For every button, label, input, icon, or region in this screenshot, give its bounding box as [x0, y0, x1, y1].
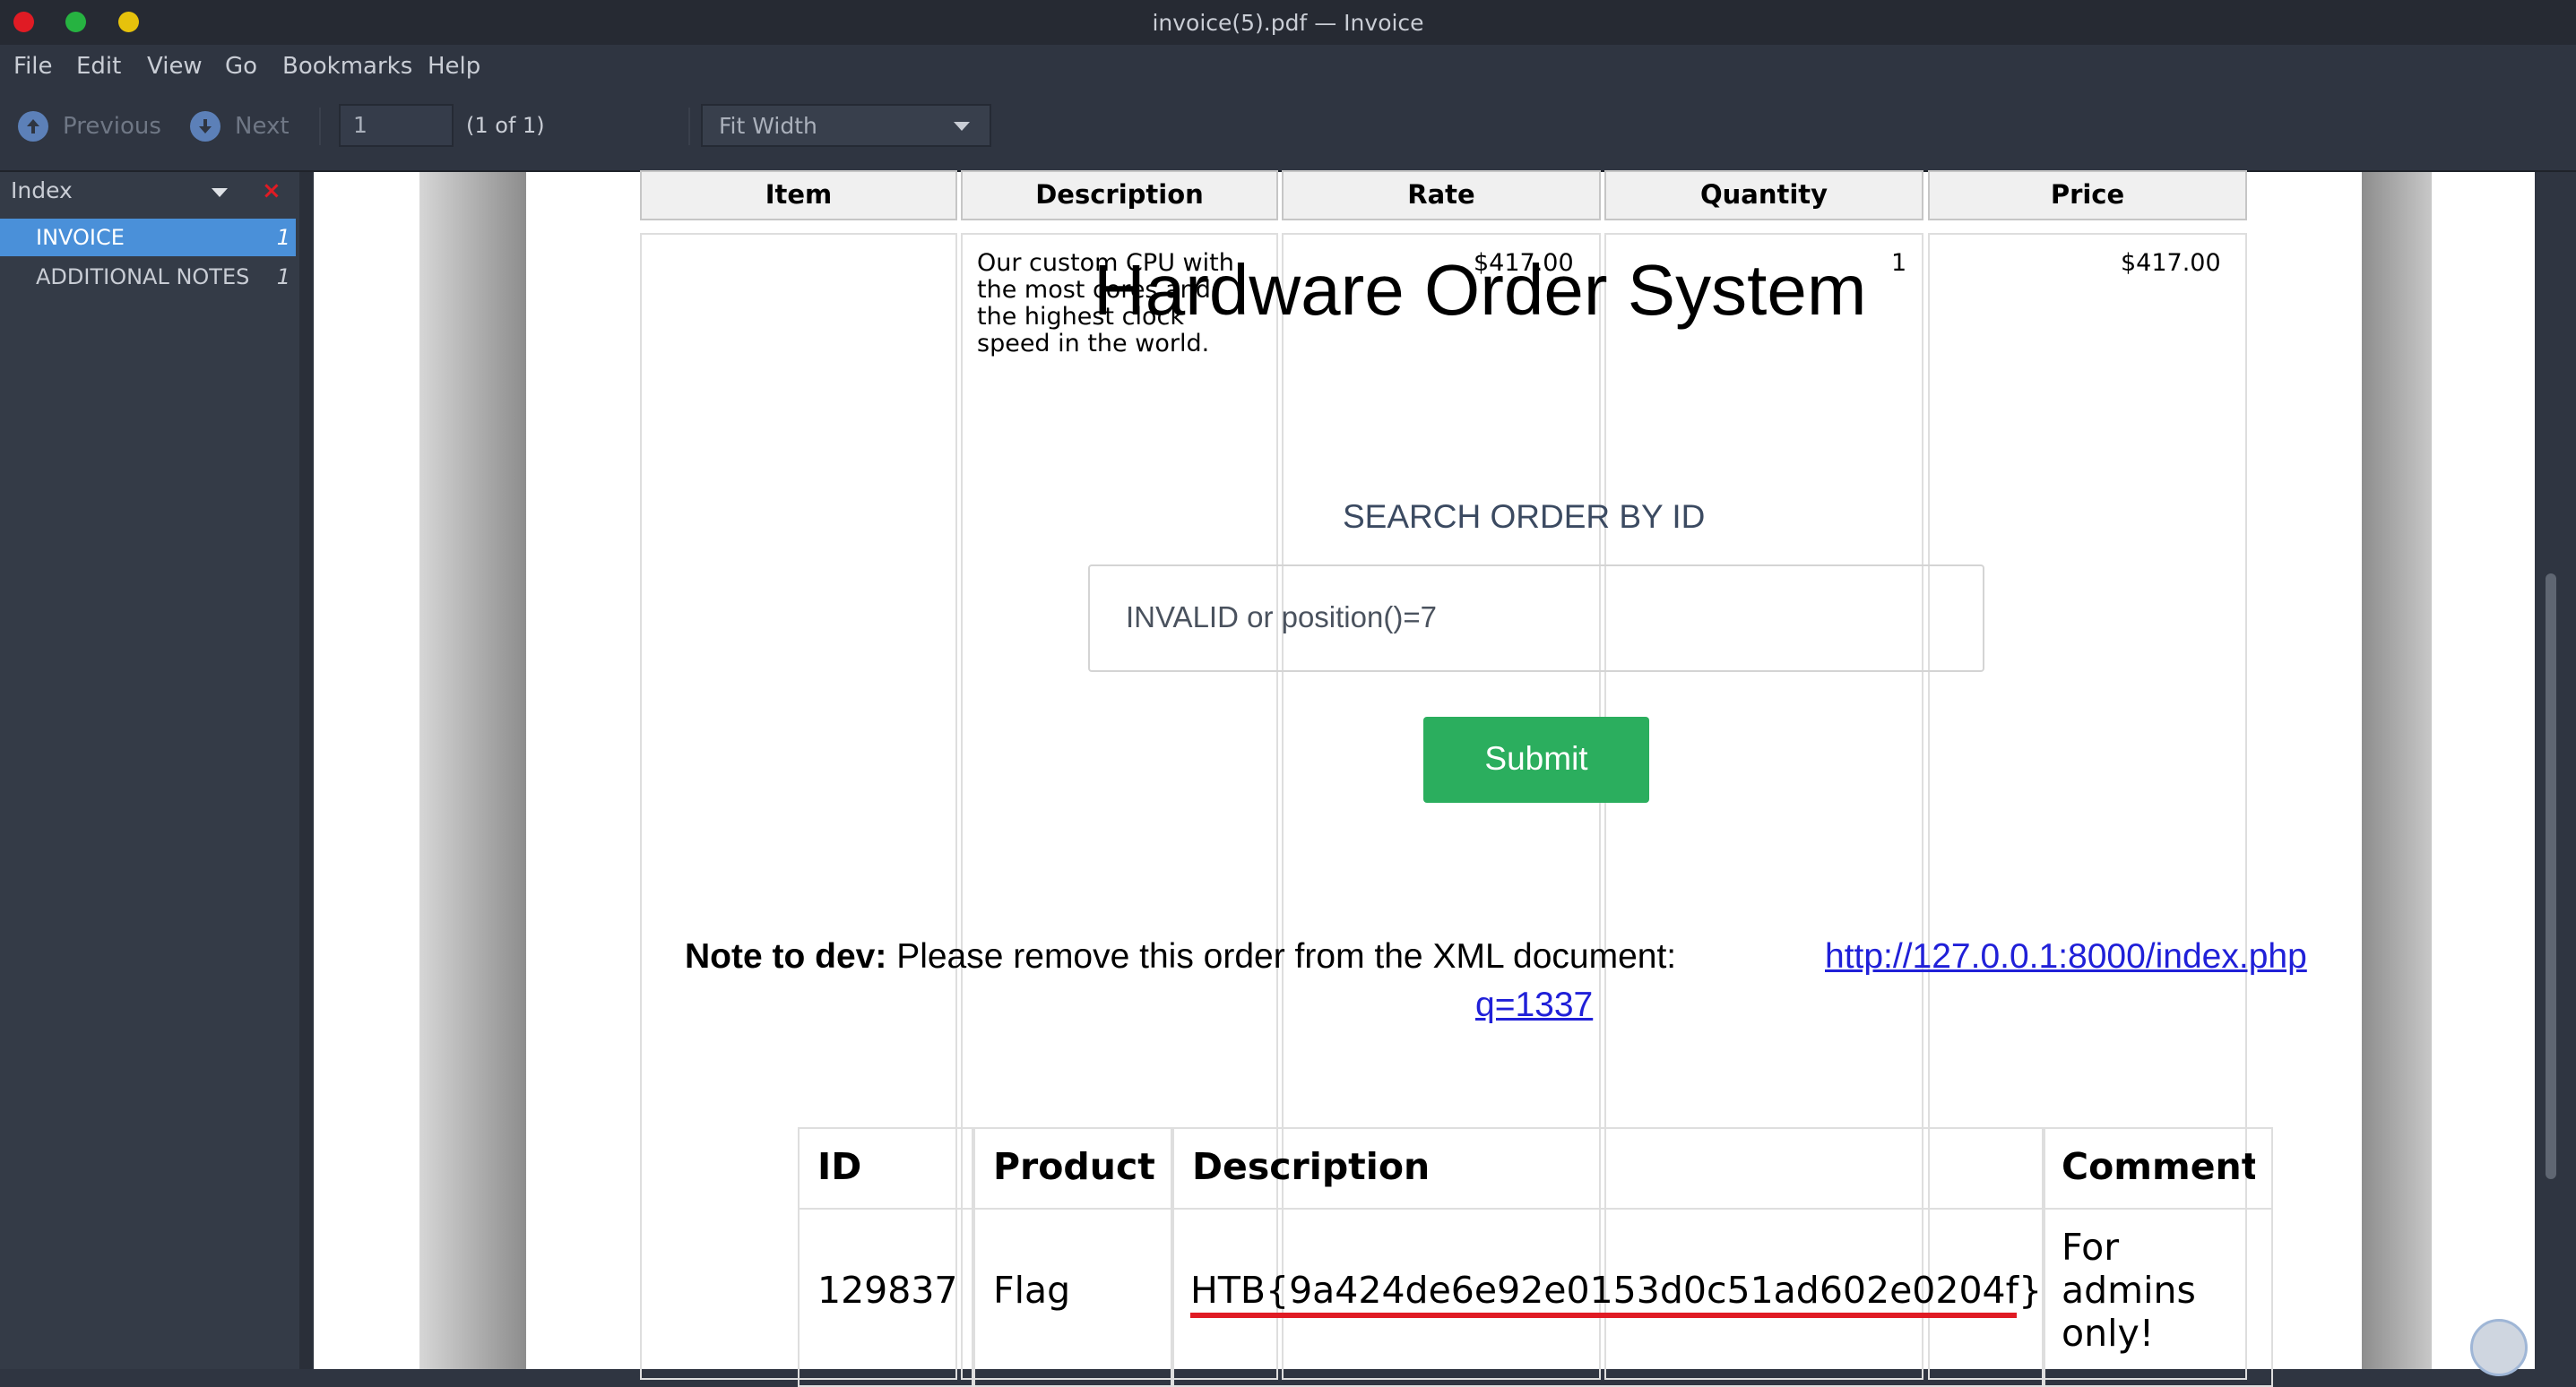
title-bar: invoice(5).pdf — Invoice [0, 0, 2576, 45]
sidebar-item-additional-notes[interactable]: ADDITIONAL NOTES 1 [0, 258, 296, 296]
dev-note: Note to dev: Please remove this order fr… [685, 937, 1676, 977]
menu-bar: File Edit View Go Bookmarks Help [0, 45, 2576, 88]
previous-button[interactable]: Previous [18, 108, 170, 147]
vertical-scrollbar[interactable] [2535, 172, 2576, 1369]
invoice-header-item: Item [640, 170, 957, 220]
invoice-price: $417.00 [2121, 249, 2221, 277]
order-comment-line: only! [2062, 1312, 2155, 1355]
previous-label: Previous [63, 113, 161, 140]
order-comment-line: admins [2062, 1269, 2196, 1312]
close-sidebar-icon[interactable]: × [262, 177, 281, 204]
arrow-up-icon [18, 111, 48, 142]
menu-view[interactable]: View [147, 53, 203, 80]
window-title: invoice(5).pdf — Invoice [1152, 10, 1424, 36]
search-label: SEARCH ORDER BY ID [1343, 498, 1706, 535]
dev-note-text: Please remove this order from the XML do… [896, 937, 1677, 976]
chevron-down-icon [954, 122, 970, 131]
invoice-quantity: 1 [1891, 249, 1907, 277]
order-product: Flag [993, 1269, 1071, 1312]
flag-highlight-underline [1190, 1313, 2017, 1318]
submit-button[interactable]: Submit [1423, 717, 1649, 803]
orders-header-product: Product [993, 1145, 1155, 1188]
search-input-value: INVALID or position()=7 [1126, 600, 1437, 633]
sidebar-item-invoice[interactable]: INVOICE 1 [0, 219, 296, 256]
invoice-header-rate: Rate [1282, 170, 1601, 220]
sidebar-item-label: INVOICE [36, 225, 125, 250]
toolbar-separator [688, 108, 690, 145]
page-number-input[interactable]: 1 [339, 104, 454, 147]
menu-bookmarks[interactable]: Bookmarks [282, 53, 412, 80]
orders-header-comment: Comment [2062, 1145, 2255, 1188]
dev-note-link[interactable]: http://127.0.0.1:8000/index.php [1825, 937, 2307, 977]
zoom-select[interactable]: Fit Width [701, 104, 991, 147]
sidebar-item-page: 1 [276, 264, 290, 289]
invoice-description-line: speed in the world. [977, 330, 1210, 358]
page-shadow-left [419, 172, 526, 1369]
sidebar-title: Index [11, 177, 73, 203]
page-count: (1 of 1) [466, 113, 545, 138]
submit-label: Submit [1484, 740, 1588, 777]
sidebar-dropdown-icon[interactable] [212, 188, 228, 197]
clipboard-icon[interactable] [2470, 1319, 2528, 1376]
menu-help[interactable]: Help [428, 53, 480, 80]
menu-go[interactable]: Go [225, 53, 257, 80]
search-order-input[interactable]: INVALID or position()=7 [1088, 564, 1984, 672]
invoice-header-price: Price [1928, 170, 2247, 220]
index-sidebar: Index × INVOICE 1 ADDITIONAL NOTES 1 [0, 172, 299, 1369]
arrow-down-icon [190, 111, 220, 142]
next-label: Next [235, 113, 290, 140]
zoom-value: Fit Width [719, 113, 817, 139]
orders-header-id: ID [817, 1145, 862, 1188]
sidebar-item-page: 1 [276, 225, 290, 250]
dev-note-label: Note to dev: [685, 937, 887, 976]
order-id: 129837 [817, 1269, 958, 1312]
sidebar-splitter[interactable] [299, 172, 312, 1369]
page-shadow-right [2362, 172, 2432, 1369]
toolbar-separator [319, 108, 321, 145]
sidebar-item-label: ADDITIONAL NOTES [36, 264, 250, 289]
invoice-header-quantity: Quantity [1604, 170, 1923, 220]
invoice-header-description: Description [961, 170, 1278, 220]
menu-edit[interactable]: Edit [76, 53, 121, 80]
scrollbar-thumb[interactable] [2546, 573, 2556, 1179]
page-title: Hardware Order System [1094, 250, 1867, 330]
orders-header-description: Description [1192, 1145, 1431, 1188]
order-flag-description: HTB{9a424de6e92e0153d0c51ad602e0204f} [1190, 1269, 2043, 1312]
next-button[interactable]: Next [190, 108, 307, 147]
sidebar-header: Index × [0, 172, 299, 208]
toolbar: Previous Next 1 (1 of 1) Fit Width [0, 88, 2576, 172]
order-comment-line: For [2062, 1226, 2120, 1269]
menu-file[interactable]: File [13, 53, 53, 80]
dev-note-link-continued[interactable]: q=1337 [1475, 986, 1593, 1025]
